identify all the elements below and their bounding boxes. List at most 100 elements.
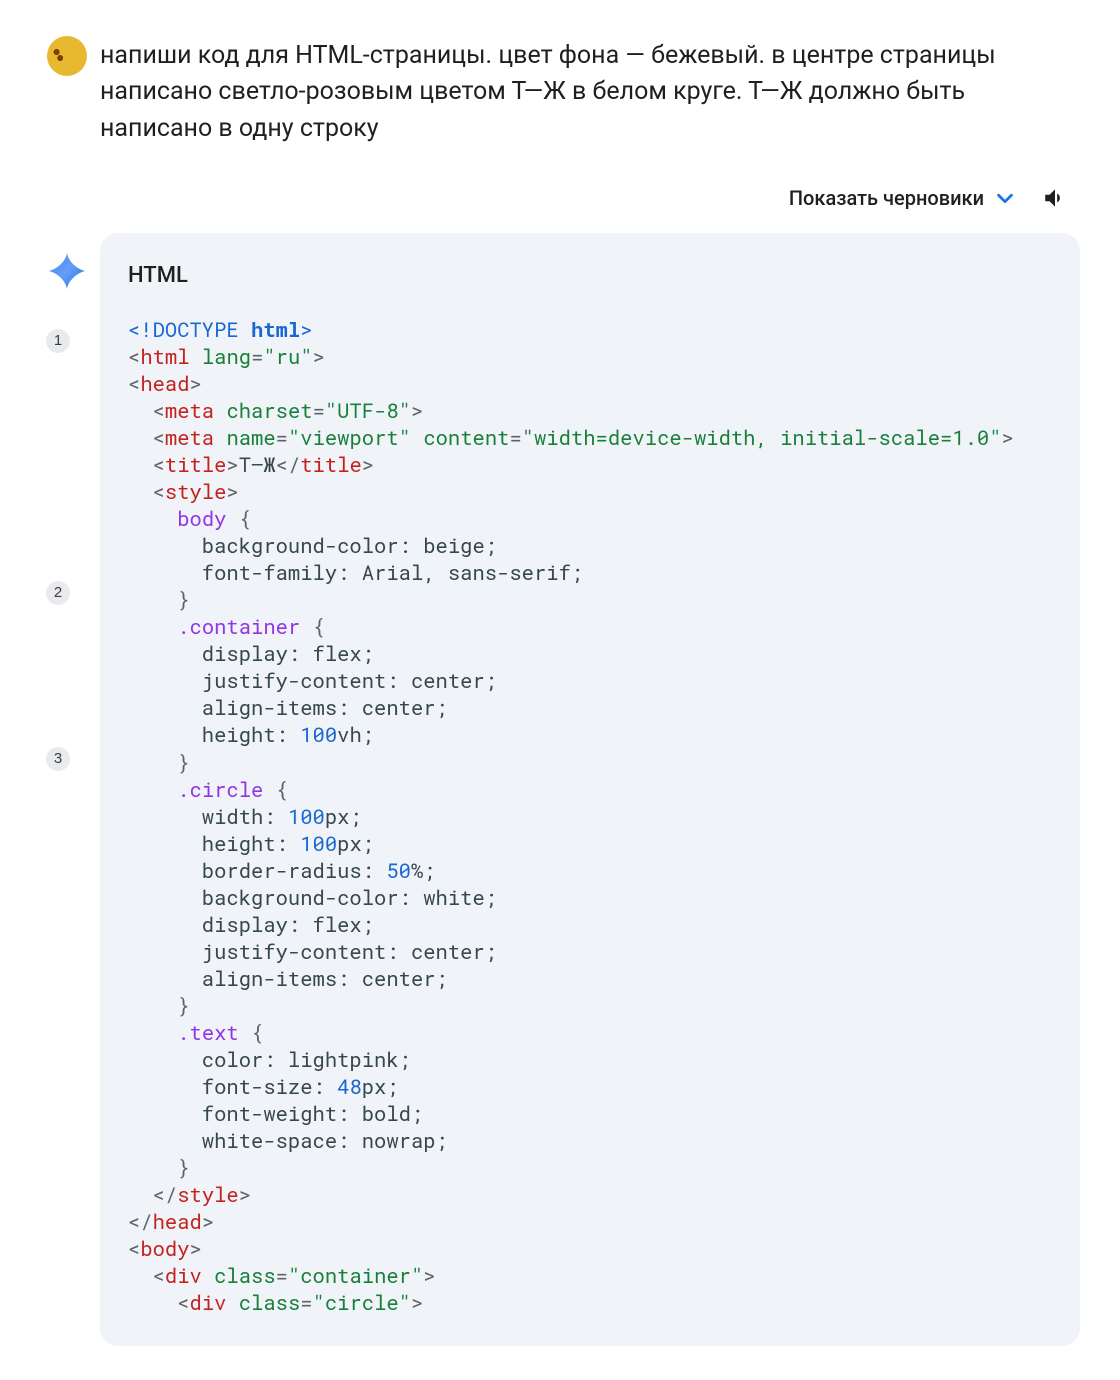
- code-token: }: [128, 749, 190, 776]
- code-token: [226, 1289, 238, 1316]
- user-prompt: напиши код для HTML-страницы. цвет фона …: [100, 28, 1080, 147]
- code-language-label: HTML: [100, 263, 1080, 316]
- code-token: >: [190, 1235, 202, 1262]
- speaker-icon[interactable]: [1040, 183, 1070, 213]
- code-token: >: [190, 370, 202, 397]
- code-token: border-radius:: [128, 857, 386, 884]
- citation-badge[interactable]: 3: [46, 747, 70, 771]
- citation-badge[interactable]: 2: [46, 581, 70, 605]
- code-token: >: [423, 1262, 435, 1289]
- code-token: <: [128, 343, 140, 370]
- code-token: =: [276, 424, 288, 451]
- code-token: class: [239, 1289, 301, 1316]
- code-token: <: [128, 397, 165, 424]
- code-token: align-items: center;: [128, 965, 448, 992]
- code-token: {: [263, 776, 288, 803]
- code-token: background-color: beige;: [128, 532, 497, 559]
- code-block[interactable]: <!DOCTYPE html> <html lang="ru"> <head> …: [100, 316, 1080, 1317]
- code-token: %;: [411, 857, 436, 884]
- code-card: 1 2 3 HTML <!DOCTYPE html> <html lang="r…: [100, 233, 1080, 1347]
- code-token: [214, 424, 226, 451]
- code-token: font-size:: [128, 1073, 337, 1100]
- code-token: head: [153, 1208, 202, 1235]
- code-token: >: [1002, 424, 1014, 451]
- code-token: </: [128, 1181, 177, 1208]
- code-token: [190, 343, 202, 370]
- code-token: px;: [325, 803, 362, 830]
- code-token: </: [276, 451, 301, 478]
- code-token: 100: [300, 721, 337, 748]
- code-token: </: [128, 1208, 153, 1235]
- code-token: body: [140, 1235, 189, 1262]
- code-token: style: [177, 1181, 239, 1208]
- code-token: 100: [300, 830, 337, 857]
- code-token: lang: [202, 343, 251, 370]
- code-token: font-weight: bold;: [128, 1100, 423, 1127]
- code-token: justify-content: center;: [128, 667, 497, 694]
- code-token: [202, 1262, 214, 1289]
- code-token: >: [313, 343, 325, 370]
- code-token: >: [300, 316, 312, 343]
- code-token: "circle": [313, 1289, 411, 1316]
- code-token: =: [276, 1262, 288, 1289]
- code-token: >: [362, 451, 374, 478]
- code-token: title: [300, 451, 362, 478]
- chevron-down-icon: [994, 187, 1016, 209]
- code-token: {: [226, 505, 251, 532]
- code-token: {: [300, 613, 325, 640]
- user-message-row: напиши код для HTML-страницы. цвет фона …: [34, 28, 1080, 213]
- code-token: vh;: [337, 721, 374, 748]
- code-token: <: [128, 424, 165, 451]
- code-token: px;: [337, 830, 374, 857]
- code-token: align-items: center;: [128, 694, 448, 721]
- code-token: "viewport": [288, 424, 411, 451]
- citation-badge[interactable]: 1: [46, 329, 70, 353]
- code-token: justify-content: center;: [128, 938, 497, 965]
- code-token: class: [214, 1262, 276, 1289]
- model-answer-row: 1 2 3 HTML <!DOCTYPE html> <html lang="r…: [34, 213, 1080, 1347]
- code-token: font-family: Arial, sans-serif;: [128, 559, 583, 586]
- show-drafts-button[interactable]: Показать черновики: [789, 186, 1016, 210]
- code-token: meta: [165, 424, 214, 451]
- code-token: <: [128, 1262, 165, 1289]
- code-token: meta: [165, 397, 214, 424]
- code-token: <: [128, 478, 165, 505]
- code-token: color: lightpink;: [128, 1046, 411, 1073]
- code-token: =: [251, 343, 263, 370]
- code-token: "container": [288, 1262, 423, 1289]
- code-token: =: [509, 424, 521, 451]
- code-token: }: [128, 586, 190, 613]
- code-token: <!DOCTYPE: [128, 316, 251, 343]
- code-token: display: flex;: [128, 640, 374, 667]
- code-token: 48: [337, 1073, 362, 1100]
- code-token: =: [313, 397, 325, 424]
- code-token: [128, 613, 177, 640]
- code-token: charset: [226, 397, 312, 424]
- code-token: >: [411, 397, 423, 424]
- code-token: >: [411, 1289, 423, 1316]
- code-token: 50: [386, 857, 411, 884]
- gemini-spark-icon: [47, 251, 87, 291]
- code-token: <: [128, 1235, 140, 1262]
- code-token: height:: [128, 830, 300, 857]
- code-token: {: [239, 1019, 264, 1046]
- code-token: div: [190, 1289, 227, 1316]
- code-token: 100: [288, 803, 325, 830]
- code-token: }: [128, 992, 190, 1019]
- code-token: [411, 424, 423, 451]
- code-token: }: [128, 1154, 190, 1181]
- code-token: html: [140, 343, 189, 370]
- code-token: .container: [177, 613, 300, 640]
- code-token: >: [226, 478, 238, 505]
- show-drafts-label: Показать черновики: [789, 186, 984, 210]
- code-token: name: [226, 424, 275, 451]
- code-token: title: [165, 451, 227, 478]
- code-token: white-space: nowrap;: [128, 1127, 448, 1154]
- code-token: html: [251, 316, 300, 343]
- code-token: [128, 776, 177, 803]
- code-token: [128, 505, 177, 532]
- code-token: >: [239, 1181, 251, 1208]
- code-token: <: [128, 370, 140, 397]
- code-token: head: [140, 370, 189, 397]
- code-token: "UTF-8": [325, 397, 411, 424]
